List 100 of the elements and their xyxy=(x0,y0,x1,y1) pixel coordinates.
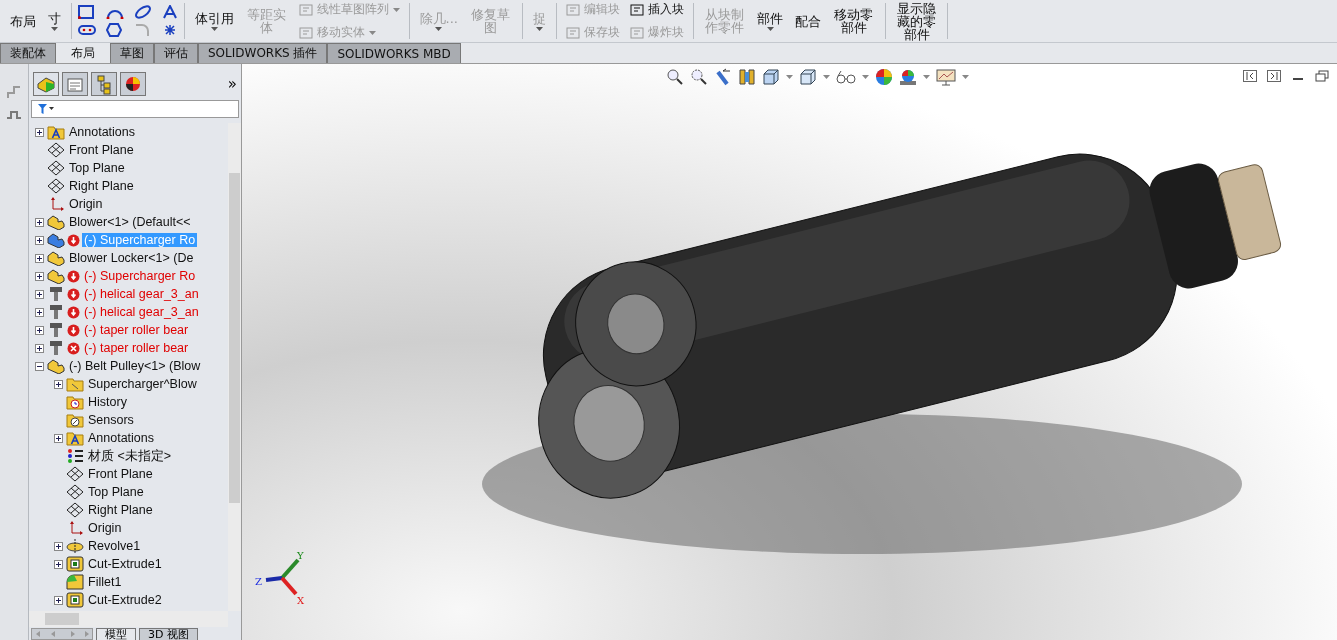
expander-icon[interactable] xyxy=(35,235,44,245)
split-left-icon[interactable] xyxy=(1243,70,1257,82)
expander-icon[interactable] xyxy=(35,343,44,353)
tree-item[interactable]: Cut-Extrude2 xyxy=(86,593,164,607)
ribbon-tab[interactable]: SOLIDWORKS MBD xyxy=(327,43,461,63)
caret-icon[interactable] xyxy=(862,75,869,79)
tree-item[interactable]: (-) helical gear_3_an xyxy=(82,305,201,319)
expander-icon[interactable] xyxy=(35,127,44,137)
ellipse-icon[interactable] xyxy=(134,5,152,19)
polygon-icon[interactable] xyxy=(106,23,122,37)
tree-item[interactable]: Blower Locker<1> (De xyxy=(67,251,196,265)
plane-icon xyxy=(66,466,84,482)
axis-triad: Y Z X xyxy=(254,550,316,606)
tree-item[interactable]: (-) taper roller bear xyxy=(82,341,191,355)
color-ball-icon[interactable] xyxy=(875,68,893,86)
tree-item[interactable]: Right Plane xyxy=(86,503,155,517)
caret-icon xyxy=(211,26,218,31)
caret-icon[interactable] xyxy=(962,75,969,79)
split-right-icon[interactable] xyxy=(1267,70,1281,82)
extrude-icon xyxy=(66,592,84,608)
ribbon-button[interactable]: 部件 xyxy=(753,10,788,32)
view-tab[interactable]: 3D 视图 xyxy=(139,628,198,640)
ribbon-button[interactable]: 寸 xyxy=(44,10,65,32)
ribbon-button[interactable]: 移动零部件 xyxy=(829,7,879,35)
expander-icon[interactable] xyxy=(35,361,44,371)
tree-item[interactable]: Front Plane xyxy=(86,467,155,481)
cube-icon[interactable] xyxy=(799,68,817,86)
view-tab[interactable]: 模型 xyxy=(96,628,136,640)
clock-folder-icon xyxy=(66,394,84,410)
tree-item[interactable]: Blower<1> (Default<< xyxy=(67,215,193,229)
configuration-tab-icon[interactable] xyxy=(91,72,117,96)
property-tab-icon[interactable] xyxy=(62,72,88,96)
text-icon[interactable] xyxy=(162,5,178,19)
ribbon-tab[interactable]: 装配体 xyxy=(0,43,56,63)
appearance-tab-icon[interactable] xyxy=(120,72,146,96)
point-icon[interactable] xyxy=(162,23,178,37)
tree-item[interactable]: Cut-Extrude1 xyxy=(86,557,164,571)
tree-item[interactable]: Top Plane xyxy=(86,485,146,499)
cube-icon[interactable] xyxy=(762,68,780,86)
filter-field[interactable] xyxy=(31,100,239,118)
tree-item[interactable]: (-) helical gear_3_an xyxy=(82,287,201,301)
previous-view-icon[interactable] xyxy=(714,68,732,86)
tree-item[interactable]: 材质 <未指定> xyxy=(86,447,174,465)
tree-item[interactable]: Annotations xyxy=(67,125,138,139)
fillet-feature-icon xyxy=(66,574,84,590)
plane-icon xyxy=(47,160,65,176)
tree-item[interactable]: (-) Supercharger Ro xyxy=(82,269,198,283)
tree-item[interactable]: (-) taper roller bear xyxy=(82,323,191,337)
expander-icon[interactable] xyxy=(35,271,44,281)
tree-item[interactable]: History xyxy=(86,395,129,409)
scene-icon[interactable] xyxy=(899,68,917,86)
expander-icon[interactable] xyxy=(54,559,63,569)
expander-icon[interactable] xyxy=(54,433,63,443)
rectangle-icon[interactable] xyxy=(78,5,94,19)
tree-item[interactable]: Origin xyxy=(67,197,105,211)
ribbon-button[interactable]: 布局 xyxy=(6,13,40,29)
plane-icon xyxy=(47,142,65,158)
monitor-icon[interactable] xyxy=(936,68,956,86)
ribbon-tab[interactable]: 评估 xyxy=(154,43,198,63)
restore-icon[interactable] xyxy=(1315,70,1329,82)
tree-item[interactable]: Top Plane xyxy=(67,161,127,175)
expander-icon[interactable] xyxy=(35,307,44,317)
expander-icon[interactable] xyxy=(54,379,63,389)
glasses-icon[interactable] xyxy=(836,70,856,84)
tree-item[interactable]: Origin xyxy=(86,521,124,535)
ribbon-tab[interactable]: SOLIDWORKS 插件 xyxy=(198,43,328,63)
zoom-area-icon[interactable] xyxy=(690,68,708,86)
bolt-icon xyxy=(47,340,65,356)
tree-item[interactable]: (-) Belt Pulley<1> (Blow xyxy=(67,359,203,373)
caret-icon[interactable] xyxy=(786,75,793,79)
tree-item[interactable]: Fillet1 xyxy=(86,575,124,589)
tree-item[interactable]: Sensors xyxy=(86,413,136,427)
tree-item[interactable]: Annotations xyxy=(86,431,157,445)
tree-item[interactable]: Revolve1 xyxy=(86,539,143,553)
ribbon-button[interactable]: 显示隐藏的零部件 xyxy=(891,0,942,42)
block-icon xyxy=(629,2,644,17)
section-view-icon[interactable] xyxy=(738,68,756,86)
caret-icon[interactable] xyxy=(823,75,830,79)
ribbon-button[interactable]: 体引用 xyxy=(191,10,238,32)
zoom-fit-icon[interactable] xyxy=(666,68,684,86)
expander-icon[interactable] xyxy=(35,325,44,335)
caret-icon[interactable] xyxy=(923,75,930,79)
expander-icon[interactable] xyxy=(54,541,63,551)
expander-icon[interactable] xyxy=(35,217,44,227)
horizontal-scrollbar[interactable] xyxy=(29,611,228,627)
more-tabs-chevron[interactable]: » xyxy=(227,75,237,93)
tree-item[interactable]: Supercharger^Blow xyxy=(86,377,199,391)
tree-item[interactable]: Front Plane xyxy=(67,143,136,157)
pulse-icon[interactable] xyxy=(6,110,22,120)
expander-icon[interactable] xyxy=(35,253,44,263)
expander-icon[interactable] xyxy=(54,595,63,605)
ribbon-button[interactable]: 配合 xyxy=(791,13,826,29)
ribbon-tab[interactable]: 草图 xyxy=(110,43,154,63)
ribbon-button[interactable]: 插入块 xyxy=(626,1,687,18)
part-icon xyxy=(47,358,65,374)
feature-tree-tab-icon[interactable] xyxy=(33,72,59,96)
expander-icon[interactable] xyxy=(35,289,44,299)
slot-icon[interactable] xyxy=(78,23,96,37)
tree-item[interactable]: Right Plane xyxy=(67,179,136,193)
vertical-scrollbar[interactable] xyxy=(228,123,241,611)
